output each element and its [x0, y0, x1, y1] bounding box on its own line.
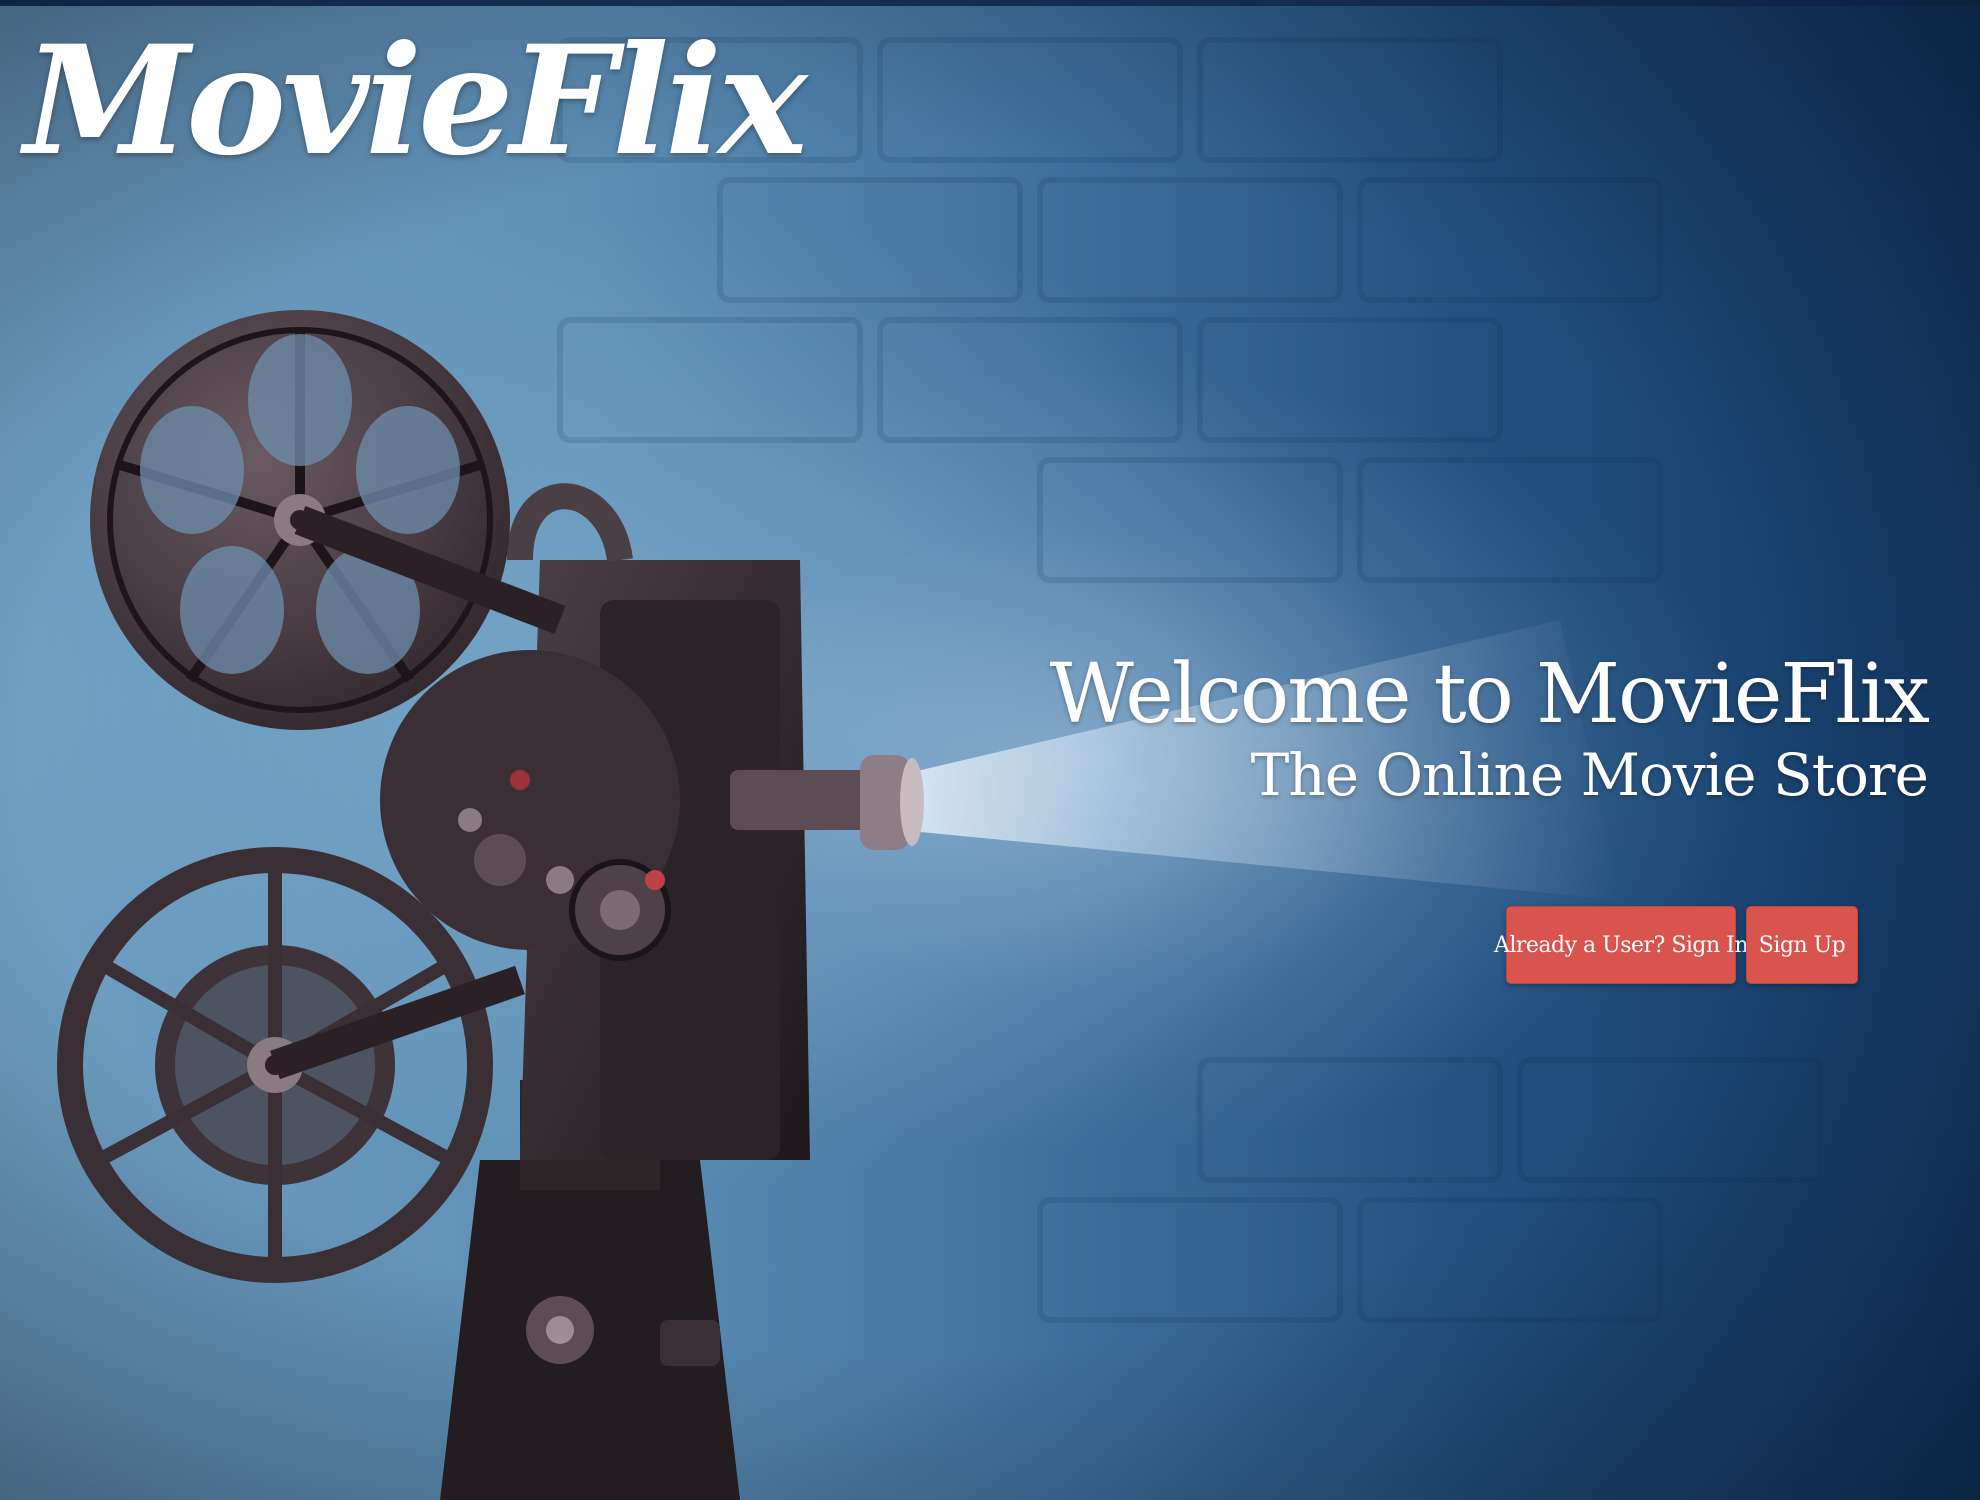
hero-text-block: Welcome to MovieFlix The Online Movie St… [1028, 647, 1930, 810]
movieflix-logo[interactable]: MovieFlix [24, 26, 808, 176]
sign-in-button[interactable]: Already a User? Sign In [1494, 906, 1749, 984]
hero-title: Welcome to MovieFlix [1049, 647, 1930, 742]
film-projector-illustration [57, 310, 924, 1500]
auth-buttons: Already a User? Sign In Sign Up [1494, 906, 1858, 984]
hero-subtitle: The Online Movie Store [1250, 741, 1929, 810]
landing-page: MovieFlix Welcome to MovieFlix The Onlin… [0, 0, 1980, 1500]
sign-up-button[interactable]: Sign Up [1746, 906, 1858, 984]
